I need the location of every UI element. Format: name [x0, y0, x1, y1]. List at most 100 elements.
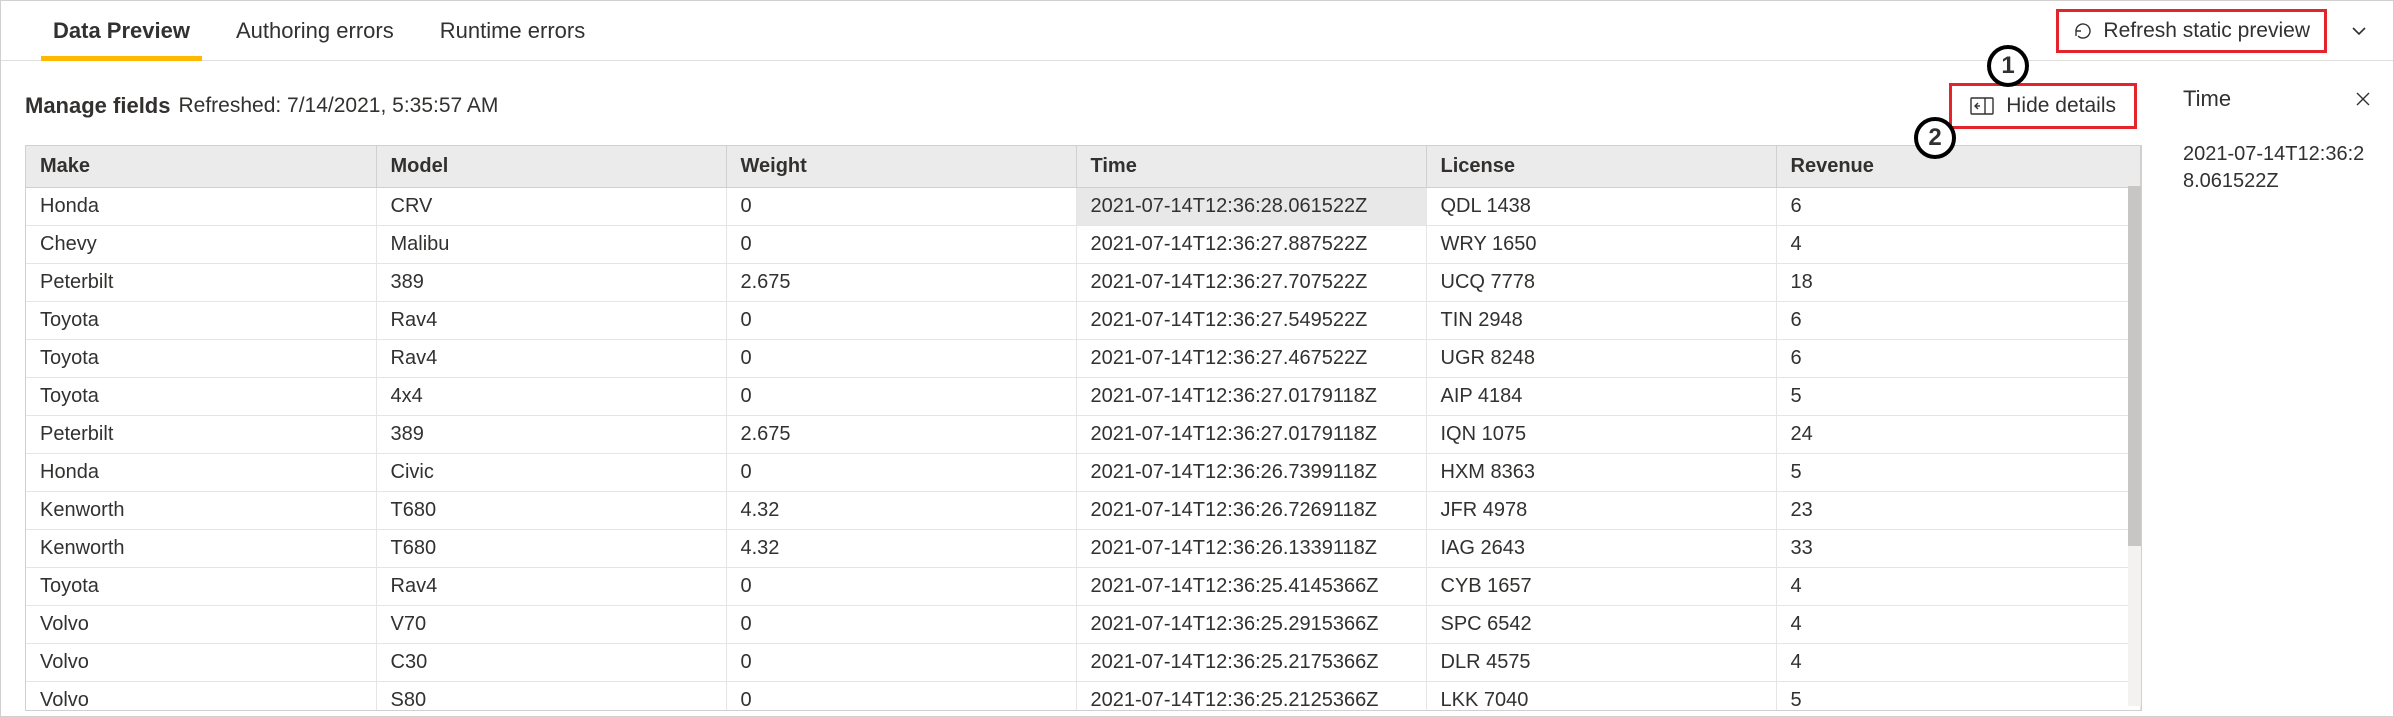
column-header[interactable]: Time — [1076, 146, 1426, 188]
table-cell[interactable]: 2021-07-14T12:36:25.4145366Z — [1076, 568, 1426, 606]
table-cell[interactable]: 5 — [1776, 454, 2141, 492]
table-cell[interactable]: 2021-07-14T12:36:27.707522Z — [1076, 264, 1426, 302]
table-cell[interactable]: WRY 1650 — [1426, 226, 1776, 264]
table-cell[interactable]: 389 — [376, 416, 726, 454]
table-row[interactable]: VolvoV7002021-07-14T12:36:25.2915366ZSPC… — [26, 606, 2141, 644]
table-cell[interactable]: DLR 4575 — [1426, 644, 1776, 682]
table-row[interactable]: KenworthT6804.322021-07-14T12:36:26.1339… — [26, 530, 2141, 568]
table-cell[interactable]: IQN 1075 — [1426, 416, 1776, 454]
table-cell[interactable]: 0 — [726, 682, 1076, 712]
table-cell[interactable]: Toyota — [26, 340, 376, 378]
table-row[interactable]: VolvoC3002021-07-14T12:36:25.2175366ZDLR… — [26, 644, 2141, 682]
table-cell[interactable]: 0 — [726, 644, 1076, 682]
column-header[interactable]: License — [1426, 146, 1776, 188]
table-cell[interactable]: 2021-07-14T12:36:26.7269118Z — [1076, 492, 1426, 530]
table-cell[interactable]: V70 — [376, 606, 726, 644]
table-cell[interactable]: Toyota — [26, 378, 376, 416]
table-cell[interactable]: 0 — [726, 606, 1076, 644]
table-cell[interactable]: QDL 1438 — [1426, 188, 1776, 226]
table-cell[interactable]: 6 — [1776, 302, 2141, 340]
table-cell[interactable]: 6 — [1776, 188, 2141, 226]
column-header[interactable]: Revenue — [1776, 146, 2141, 188]
table-cell[interactable]: Peterbilt — [26, 264, 376, 302]
table-cell[interactable]: UCQ 7778 — [1426, 264, 1776, 302]
table-cell[interactable]: 0 — [726, 340, 1076, 378]
table-cell[interactable]: 5 — [1776, 378, 2141, 416]
table-row[interactable]: KenworthT6804.322021-07-14T12:36:26.7269… — [26, 492, 2141, 530]
table-cell[interactable]: 4 — [1776, 226, 2141, 264]
table-cell[interactable]: 23 — [1776, 492, 2141, 530]
table-cell[interactable]: 4 — [1776, 644, 2141, 682]
table-row[interactable]: Peterbilt3892.6752021-07-14T12:36:27.017… — [26, 416, 2141, 454]
table-row[interactable]: Peterbilt3892.6752021-07-14T12:36:27.707… — [26, 264, 2141, 302]
table-cell[interactable]: Volvo — [26, 644, 376, 682]
table-cell[interactable]: TIN 2948 — [1426, 302, 1776, 340]
table-cell[interactable]: 2021-07-14T12:36:28.061522Z — [1076, 188, 1426, 226]
table-cell[interactable]: SPC 6542 — [1426, 606, 1776, 644]
table-cell[interactable]: Honda — [26, 454, 376, 492]
table-cell[interactable]: 4.32 — [726, 492, 1076, 530]
table-cell[interactable]: HXM 8363 — [1426, 454, 1776, 492]
close-details-button[interactable] — [2349, 85, 2377, 113]
table-cell[interactable]: JFR 4978 — [1426, 492, 1776, 530]
table-cell[interactable]: 2021-07-14T12:36:26.7399118Z — [1076, 454, 1426, 492]
table-cell[interactable]: AIP 4184 — [1426, 378, 1776, 416]
tab-runtime-errors[interactable]: Runtime errors — [428, 1, 597, 60]
table-cell[interactable]: 2021-07-14T12:36:27.467522Z — [1076, 340, 1426, 378]
table-cell[interactable]: Honda — [26, 188, 376, 226]
table-cell[interactable]: T680 — [376, 492, 726, 530]
table-cell[interactable]: IAG 2643 — [1426, 530, 1776, 568]
table-cell[interactable]: C30 — [376, 644, 726, 682]
table-row[interactable]: HondaCivic02021-07-14T12:36:26.7399118ZH… — [26, 454, 2141, 492]
table-cell[interactable]: LKK 7040 — [1426, 682, 1776, 712]
table-cell[interactable]: Toyota — [26, 568, 376, 606]
table-cell[interactable]: S80 — [376, 682, 726, 712]
table-cell[interactable]: 33 — [1776, 530, 2141, 568]
table-cell[interactable]: 4.32 — [726, 530, 1076, 568]
table-cell[interactable]: 0 — [726, 302, 1076, 340]
table-cell[interactable]: 2021-07-14T12:36:27.0179118Z — [1076, 416, 1426, 454]
table-cell[interactable]: Rav4 — [376, 568, 726, 606]
table-row[interactable]: ToyotaRav402021-07-14T12:36:27.549522ZTI… — [26, 302, 2141, 340]
vertical-scrollbar[interactable] — [2128, 186, 2141, 706]
table-row[interactable]: VolvoS8002021-07-14T12:36:25.2125366ZLKK… — [26, 682, 2141, 712]
table-cell[interactable]: 4x4 — [376, 378, 726, 416]
table-row[interactable]: ToyotaRav402021-07-14T12:36:25.4145366ZC… — [26, 568, 2141, 606]
table-cell[interactable]: Volvo — [26, 606, 376, 644]
table-row[interactable]: Toyota4x402021-07-14T12:36:27.0179118ZAI… — [26, 378, 2141, 416]
table-cell[interactable]: 5 — [1776, 682, 2141, 712]
table-cell[interactable]: Volvo — [26, 682, 376, 712]
refresh-static-preview-button[interactable]: Refresh static preview — [2056, 9, 2327, 53]
scrollbar-thumb[interactable] — [2128, 186, 2141, 546]
table-cell[interactable]: 2021-07-14T12:36:25.2125366Z — [1076, 682, 1426, 712]
table-cell[interactable]: 2021-07-14T12:36:27.549522Z — [1076, 302, 1426, 340]
table-cell[interactable]: 0 — [726, 568, 1076, 606]
table-cell[interactable]: 4 — [1776, 568, 2141, 606]
table-cell[interactable]: 2021-07-14T12:36:25.2175366Z — [1076, 644, 1426, 682]
table-cell[interactable]: Kenworth — [26, 492, 376, 530]
table-cell[interactable]: 2.675 — [726, 416, 1076, 454]
table-cell[interactable]: Malibu — [376, 226, 726, 264]
table-cell[interactable]: 4 — [1776, 606, 2141, 644]
table-cell[interactable]: Peterbilt — [26, 416, 376, 454]
table-cell[interactable]: 2021-07-14T12:36:27.887522Z — [1076, 226, 1426, 264]
table-cell[interactable]: CYB 1657 — [1426, 568, 1776, 606]
table-cell[interactable]: 6 — [1776, 340, 2141, 378]
table-cell[interactable]: 389 — [376, 264, 726, 302]
expand-chevron-button[interactable] — [2337, 9, 2381, 53]
table-cell[interactable]: 0 — [726, 188, 1076, 226]
table-cell[interactable]: UGR 8248 — [1426, 340, 1776, 378]
table-cell[interactable]: Toyota — [26, 302, 376, 340]
table-cell[interactable]: 2021-07-14T12:36:27.0179118Z — [1076, 378, 1426, 416]
column-header[interactable]: Model — [376, 146, 726, 188]
table-cell[interactable]: Rav4 — [376, 340, 726, 378]
tab-authoring-errors[interactable]: Authoring errors — [224, 1, 406, 60]
table-row[interactable]: ChevyMalibu02021-07-14T12:36:27.887522ZW… — [26, 226, 2141, 264]
table-cell[interactable]: 2.675 — [726, 264, 1076, 302]
table-row[interactable]: HondaCRV02021-07-14T12:36:28.061522ZQDL … — [26, 188, 2141, 226]
table-cell[interactable]: 2021-07-14T12:36:25.2915366Z — [1076, 606, 1426, 644]
column-header[interactable]: Make — [26, 146, 376, 188]
table-cell[interactable]: Rav4 — [376, 302, 726, 340]
column-header[interactable]: Weight — [726, 146, 1076, 188]
table-cell[interactable]: T680 — [376, 530, 726, 568]
